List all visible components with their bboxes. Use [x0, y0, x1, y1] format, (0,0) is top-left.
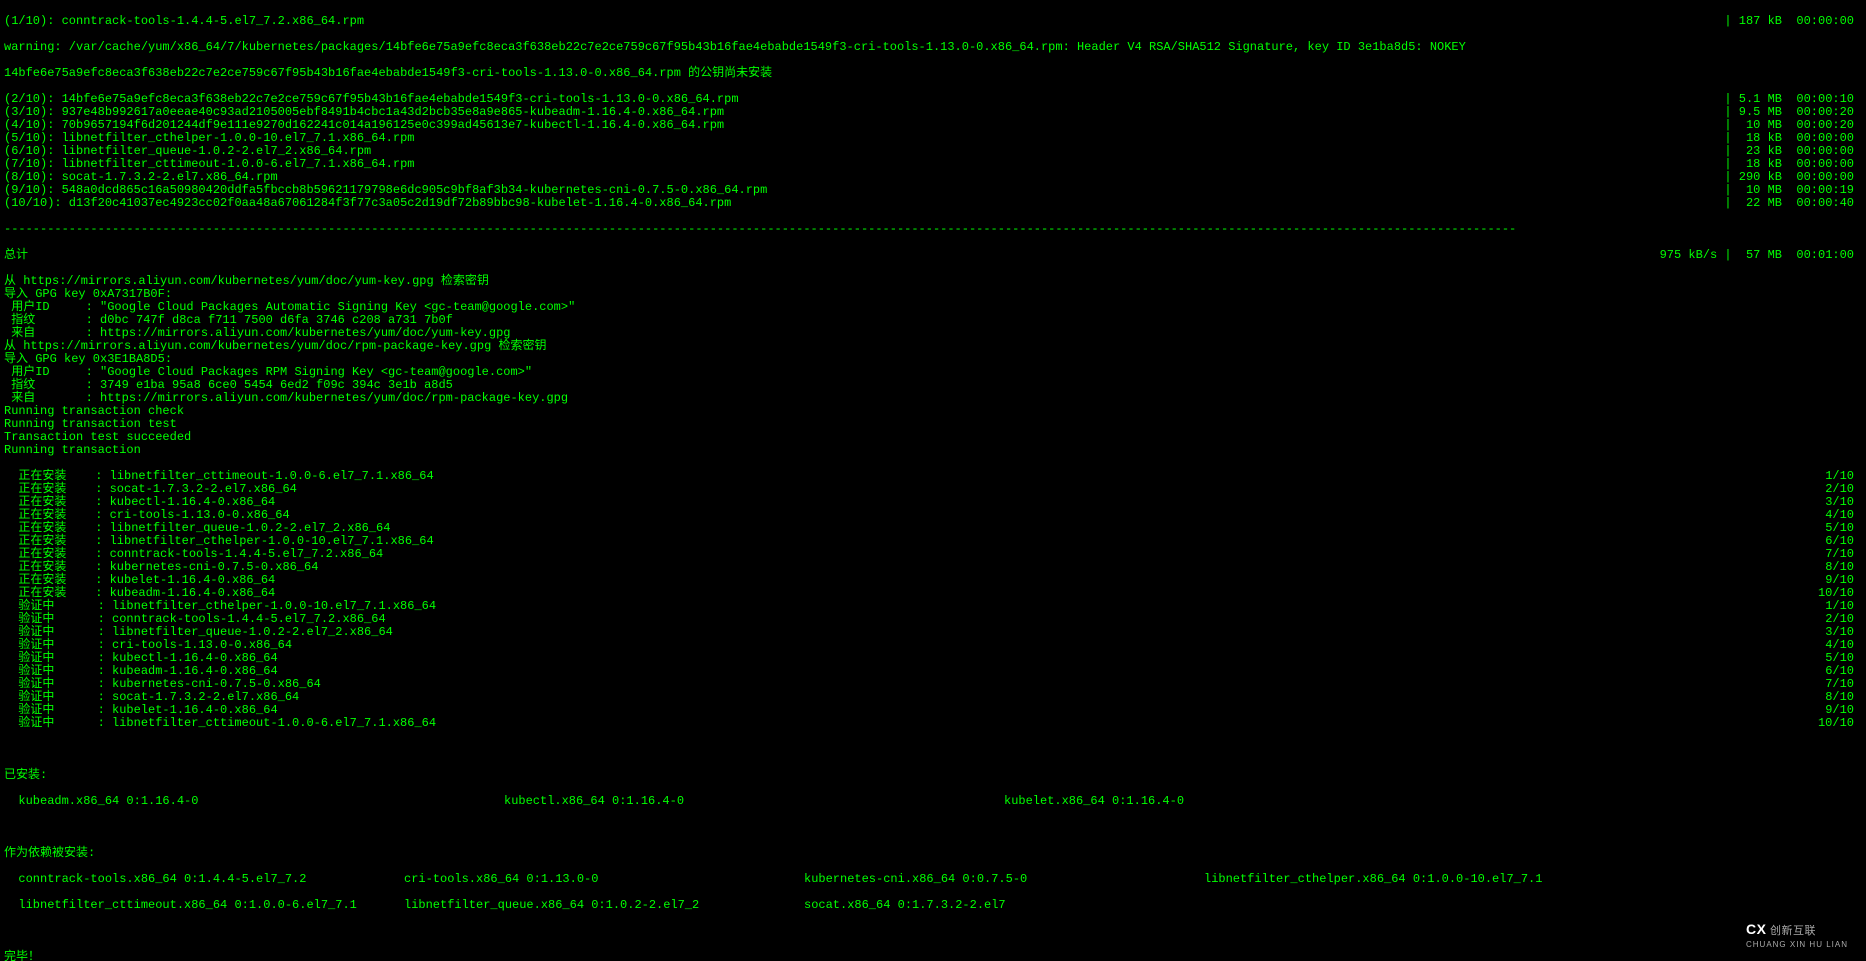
- pkg-entry: libnetfilter_queue.x86_64 0:1.0.2-2.el7_…: [404, 899, 804, 912]
- pkg-entry: [1204, 899, 1604, 912]
- pkg-entry: kubernetes-cni.x86_64 0:0.7.5-0: [804, 873, 1204, 886]
- gpg-line: 从 https://mirrors.aliyun.com/kubernetes/…: [4, 340, 1862, 353]
- gpg-line: Running transaction test: [4, 418, 1862, 431]
- blank: [4, 821, 1862, 834]
- gpg-line: Transaction test succeeded: [4, 431, 1862, 444]
- total-stat: 975 kB/s | 57 MB 00:01:00: [1660, 249, 1862, 262]
- done-line: 完毕！: [4, 951, 1862, 961]
- download-stat: | 22 MB 00:00:40: [1724, 197, 1862, 210]
- deps-heading: 作为依赖被安装:: [4, 847, 1862, 860]
- trans-line: 验证中 : libnetfilter_cttimeout-1.0.0-6.el7…: [4, 717, 436, 730]
- total-label: 总计: [4, 249, 28, 262]
- pkg-entry: kubeadm.x86_64 0:1.16.4-0: [4, 795, 504, 808]
- watermark-logo: CX 创新互联 CHUANG XIN HU LIAN: [1746, 923, 1848, 951]
- pkg-entry: kubelet.x86_64 0:1.16.4-0: [1004, 795, 1504, 808]
- download-stat: | 187 kB 00:00:00: [1724, 15, 1862, 28]
- gpg-line: Running transaction: [4, 444, 1862, 457]
- separator: ----------------------------------------…: [4, 223, 1862, 236]
- pkg-entry: libnetfilter_cthelper.x86_64 0:1.0.0-10.…: [1204, 873, 1604, 886]
- pkg-entry: socat.x86_64 0:1.7.3.2-2.el7: [804, 899, 1204, 912]
- pkg-entry: libnetfilter_cttimeout.x86_64 0:1.0.0-6.…: [4, 899, 404, 912]
- pkg-entry: kubectl.x86_64 0:1.16.4-0: [504, 795, 1004, 808]
- warning-line: warning: /var/cache/yum/x86_64/7/kuberne…: [4, 41, 1862, 54]
- trans-count: 10/10: [1818, 717, 1862, 730]
- installed-heading: 已安装:: [4, 769, 1862, 782]
- download-line: (10/10): d13f20c41037ec4923cc02f0aa48a67…: [4, 197, 731, 210]
- gpg-line: 从 https://mirrors.aliyun.com/kubernetes/…: [4, 275, 1862, 288]
- terminal-output[interactable]: (1/10): conntrack-tools-1.4.4-5.el7_7.2.…: [0, 0, 1866, 961]
- logo-text: 创新互联: [1770, 925, 1816, 937]
- pkg-entry: cri-tools.x86_64 0:1.13.0-0: [404, 873, 804, 886]
- download-line: (1/10): conntrack-tools-1.4.4-5.el7_7.2.…: [4, 15, 364, 28]
- logo-sub: CHUANG XIN HU LIAN: [1746, 940, 1848, 949]
- pkg-entry: conntrack-tools.x86_64 0:1.4.4-5.el7_7.2: [4, 873, 404, 886]
- gpg-line: Running transaction check: [4, 405, 1862, 418]
- blank: [4, 743, 1862, 756]
- blank: [4, 925, 1862, 938]
- pubkey-line: 14bfe6e75a9efc8eca3f638eb22c7e2ce759c67f…: [4, 67, 1862, 80]
- gpg-line: 来自 : https://mirrors.aliyun.com/kubernet…: [4, 392, 1862, 405]
